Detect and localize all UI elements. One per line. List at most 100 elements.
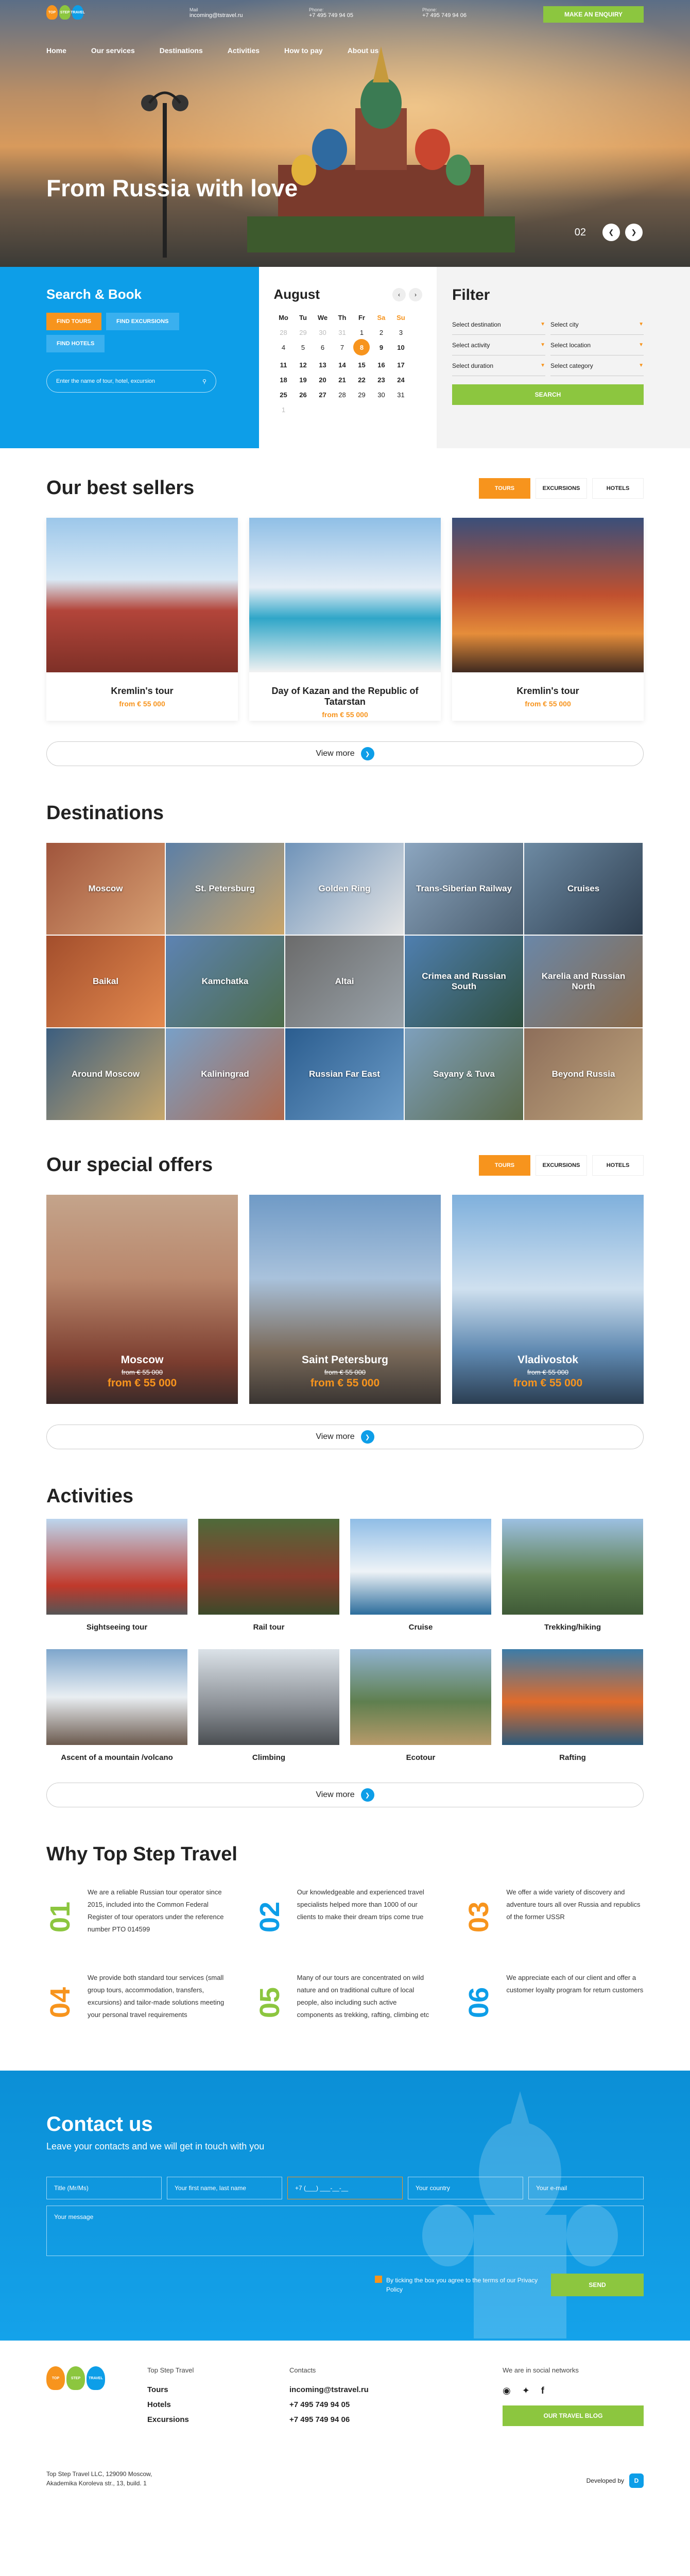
destination-tile[interactable]: Kaliningrad bbox=[166, 1028, 284, 1120]
country-field[interactable]: Your country bbox=[408, 2177, 523, 2199]
footer-phone2[interactable]: +7 495 749 94 06 bbox=[289, 2415, 369, 2424]
footer-link-excursions[interactable]: Excursions bbox=[147, 2415, 194, 2424]
tab-hotels[interactable]: HOTELS bbox=[592, 1155, 644, 1176]
calendar-day[interactable]: 7 bbox=[332, 342, 352, 353]
destination-tile[interactable]: Baikal bbox=[46, 936, 165, 1027]
activity-card[interactable]: Rafting bbox=[502, 1649, 643, 1762]
next-month-icon[interactable]: › bbox=[409, 287, 422, 301]
agree-checkbox[interactable] bbox=[375, 2276, 382, 2283]
destination-tile[interactable]: Crimea and Russian South bbox=[405, 936, 523, 1027]
destination-tile[interactable]: St. Petersburg bbox=[166, 843, 284, 935]
activity-card[interactable]: Climbing bbox=[198, 1649, 339, 1762]
footer-mail[interactable]: incoming@tstravel.ru bbox=[289, 2385, 369, 2394]
calendar-day[interactable]: 5 bbox=[293, 342, 313, 353]
special-offer-card[interactable]: Saint Petersburg from € 55 000 from € 55 0… bbox=[249, 1195, 441, 1404]
best-seller-card[interactable]: Day of Kazan and the Republic of Tatarst… bbox=[249, 518, 441, 721]
destination-tile[interactable]: Karelia and Russian North bbox=[524, 936, 643, 1027]
calendar-day[interactable]: 28 bbox=[332, 389, 352, 400]
special-offer-card[interactable]: Moscow from € 55 000 from € 55 000 bbox=[46, 1195, 238, 1404]
calendar-day[interactable]: 2 bbox=[371, 327, 391, 338]
destination-tile[interactable]: Beyond Russia bbox=[524, 1028, 643, 1120]
calendar-day[interactable]: 31 bbox=[391, 389, 410, 400]
destination-tile[interactable]: Altai bbox=[285, 936, 404, 1027]
best-sellers-view-more-button[interactable]: View more ❯ bbox=[46, 741, 644, 766]
destination-tile[interactable]: Russian Far East bbox=[285, 1028, 404, 1120]
calendar-day[interactable]: 29 bbox=[352, 389, 371, 400]
footer-link-tours[interactable]: Tours bbox=[147, 2385, 194, 2394]
nav-home[interactable]: Home bbox=[46, 46, 66, 55]
calendar-day[interactable]: 26 bbox=[293, 389, 313, 400]
find-tours-tab[interactable]: FIND TOURS bbox=[46, 313, 102, 330]
footer-link-hotels[interactable]: Hotels bbox=[147, 2400, 194, 2409]
calendar-day[interactable]: 10 bbox=[391, 342, 410, 353]
calendar-day[interactable]: 14 bbox=[332, 359, 352, 370]
calendar-day[interactable]: 24 bbox=[391, 374, 410, 385]
select-duration[interactable]: Select duration ▼ bbox=[452, 355, 545, 376]
calendar-day[interactable]: 16 bbox=[371, 359, 391, 370]
nav-how-to-pay[interactable]: How to pay bbox=[284, 46, 323, 55]
search-input[interactable]: Enter the name of tour, hotel, excursion… bbox=[46, 370, 216, 393]
developer-credit[interactable]: Developed by D bbox=[586, 2473, 644, 2488]
calendar-day[interactable]: 4 bbox=[273, 342, 293, 353]
calendar-day[interactable]: 6 bbox=[313, 342, 332, 353]
header-phone2[interactable]: Phone: +7 495 749 94 06 bbox=[422, 7, 467, 19]
title-field[interactable]: Title (Mr/Ms) bbox=[46, 2177, 162, 2199]
nav-activities[interactable]: Activities bbox=[228, 46, 260, 55]
calendar-day[interactable]: 1 bbox=[352, 327, 371, 338]
calendar-day[interactable]: 31 bbox=[332, 327, 352, 338]
find-hotels-tab[interactable]: FIND HOTELS bbox=[46, 335, 105, 352]
send-button[interactable]: SEND bbox=[551, 2274, 644, 2296]
search-icon[interactable]: ⚲ bbox=[202, 378, 206, 385]
prev-month-icon[interactable]: ‹ bbox=[392, 287, 406, 301]
destination-tile[interactable]: Trans-Siberian Railway bbox=[405, 843, 523, 935]
activity-card[interactable]: Ecotour bbox=[350, 1649, 491, 1762]
header-phone1[interactable]: Phone: +7 495 749 94 05 bbox=[309, 7, 353, 19]
activities-view-more-button[interactable]: View more ❯ bbox=[46, 1783, 644, 1807]
activity-card[interactable]: Cruise bbox=[350, 1519, 491, 1632]
activity-card[interactable]: Sightseeing tour bbox=[46, 1519, 187, 1632]
calendar-day[interactable]: 13 bbox=[313, 359, 332, 370]
destination-tile[interactable]: Around Moscow bbox=[46, 1028, 165, 1120]
best-seller-card[interactable]: Kremlin's tour from € 55 000 bbox=[46, 518, 238, 721]
calendar-day[interactable]: 17 bbox=[391, 359, 410, 370]
calendar-day[interactable]: 28 bbox=[273, 327, 293, 338]
footer-phone1[interactable]: +7 495 749 94 05 bbox=[289, 2400, 369, 2409]
phone1-value[interactable]: +7 495 749 94 05 bbox=[309, 12, 353, 19]
select-activity[interactable]: Select activity ▼ bbox=[452, 335, 545, 355]
mail-value[interactable]: incoming@tstravel.ru bbox=[189, 12, 243, 19]
select-destination[interactable]: Select destination ▼ bbox=[452, 314, 545, 335]
phone2-value[interactable]: +7 495 749 94 06 bbox=[422, 12, 467, 19]
message-field[interactable]: Your message bbox=[46, 2206, 644, 2256]
calendar-day[interactable]: 3 bbox=[391, 327, 410, 338]
calendar-day[interactable]: 15 bbox=[352, 359, 371, 370]
offers-view-more-button[interactable]: View more ❯ bbox=[46, 1425, 644, 1449]
nav-about[interactable]: About us bbox=[348, 46, 379, 55]
destination-tile[interactable]: Cruises bbox=[524, 843, 643, 935]
calendar-day[interactable]: 23 bbox=[371, 374, 391, 385]
destination-tile[interactable]: Golden Ring bbox=[285, 843, 404, 935]
calendar-day[interactable]: 1 bbox=[273, 404, 293, 415]
header-mail[interactable]: Mail incoming@tstravel.ru bbox=[189, 7, 243, 19]
select-city[interactable]: Select city ▼ bbox=[550, 314, 644, 335]
calendar-day[interactable]: 30 bbox=[313, 327, 332, 338]
calendar-day[interactable]: 18 bbox=[273, 374, 293, 385]
make-enquiry-button[interactable]: MAKE AN ENQUIRY bbox=[543, 6, 644, 23]
calendar-day[interactable]: 9 bbox=[371, 342, 391, 353]
facebook-icon[interactable]: f bbox=[541, 2385, 544, 2396]
activity-card[interactable]: Ascent of a mountain /volcano bbox=[46, 1649, 187, 1762]
tab-hotels[interactable]: HOTELS bbox=[592, 478, 644, 499]
calendar-day[interactable]: 25 bbox=[273, 389, 293, 400]
select-category[interactable]: Select category ▼ bbox=[550, 355, 644, 376]
calendar-day[interactable]: 20 bbox=[313, 374, 332, 385]
activity-card[interactable]: Trekking/hiking bbox=[502, 1519, 643, 1632]
best-seller-card[interactable]: Kremlin's tour from € 55 000 bbox=[452, 518, 644, 721]
next-slide-icon[interactable]: ❯ bbox=[625, 224, 643, 241]
instagram-icon[interactable]: ◉ bbox=[503, 2385, 511, 2396]
filter-search-button[interactable]: SEARCH bbox=[452, 384, 644, 405]
tab-excursions[interactable]: EXCURSIONS bbox=[536, 1155, 587, 1176]
special-offer-card[interactable]: Vladivostok from € 55 000 from € 55 000 bbox=[452, 1195, 644, 1404]
destination-tile[interactable]: Sayany & Tuva bbox=[405, 1028, 523, 1120]
calendar-day[interactable]: 21 bbox=[332, 374, 352, 385]
twitter-icon[interactable]: ✦ bbox=[522, 2385, 530, 2396]
calendar-day[interactable]: 30 bbox=[371, 389, 391, 400]
